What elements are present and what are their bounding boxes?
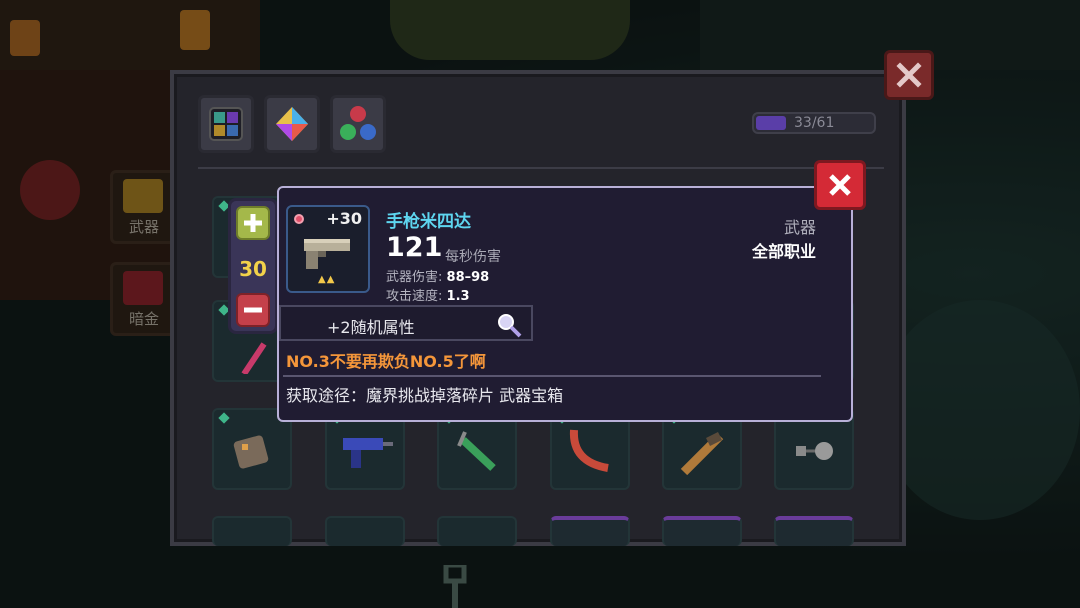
blade-icon xyxy=(680,431,724,476)
tooltip-close-button[interactable] xyxy=(814,160,866,210)
magnifier-icon[interactable] xyxy=(495,311,523,339)
gem-filter-icon xyxy=(276,107,308,141)
dps-label: 每秒伤害 xyxy=(445,249,501,265)
inventory-slot[interactable] xyxy=(212,516,292,546)
random-attribute-row[interactable]: +2随机属性 xyxy=(279,305,533,341)
random-attribute-text: +2随机属性 xyxy=(327,318,415,337)
panel-close-button[interactable] xyxy=(884,50,934,100)
capacity-text: 33/61 xyxy=(794,115,835,131)
capacity-fill xyxy=(756,116,786,130)
quantity-stepper: 30 xyxy=(228,198,278,334)
inventory-slot[interactable] xyxy=(774,516,854,546)
damage-value: 88–98 xyxy=(446,270,490,285)
increment-button[interactable] xyxy=(236,206,270,240)
filter-gem-button[interactable] xyxy=(264,95,320,153)
minus-icon xyxy=(244,307,262,313)
speed-label: 攻击速度: xyxy=(386,289,443,304)
dagger-icon xyxy=(457,431,496,471)
orbs-filter-icon xyxy=(340,106,376,140)
damage-label: 武器伤害: xyxy=(386,270,443,285)
item-type: 武器 xyxy=(783,218,816,237)
decrement-button[interactable] xyxy=(236,293,270,327)
close-icon xyxy=(896,62,922,88)
source-text: 获取途径：魔界挑战掉落碎片 武器宝箱 xyxy=(286,386,564,405)
smg-icon xyxy=(343,438,393,468)
stepper-count: 30 xyxy=(239,257,267,281)
flail-icon xyxy=(796,442,833,460)
bomb-icon xyxy=(233,435,269,469)
speed-value: 1.3 xyxy=(446,289,470,304)
inventory-slot[interactable] xyxy=(325,516,405,546)
boomerang-icon xyxy=(569,429,609,472)
filter-orbs-button[interactable] xyxy=(330,95,386,153)
inventory-slot[interactable] xyxy=(437,516,517,546)
item-class: 全部职业 xyxy=(751,242,816,261)
inventory-slot[interactable] xyxy=(662,516,742,546)
rarity-badge xyxy=(294,214,304,224)
filter-all-button[interactable] xyxy=(198,95,254,153)
grid-filter-icon xyxy=(209,107,243,141)
pistol-icon xyxy=(304,239,350,269)
item-level: +30 xyxy=(326,209,362,228)
close-icon xyxy=(829,174,851,196)
speed-stat: 攻击速度: 1.3 xyxy=(386,285,470,304)
plus-icon xyxy=(244,214,262,232)
item-icon-frame: +30 ▲▲ xyxy=(286,205,370,293)
key-icon xyxy=(443,565,467,608)
item-name: 手枪米四达 xyxy=(386,212,471,232)
dps-value: 121 xyxy=(386,232,443,263)
inventory-slot[interactable] xyxy=(550,516,630,546)
damage-stat: 武器伤害: 88–98 xyxy=(386,266,489,285)
flavor-text: NO.3不要再欺负NO.5了啊 xyxy=(286,352,486,371)
capacity-bar: 33/61 xyxy=(752,112,876,134)
star-rating: ▲▲ xyxy=(318,274,336,285)
panel-divider xyxy=(198,167,884,169)
tooltip-divider xyxy=(283,375,821,377)
